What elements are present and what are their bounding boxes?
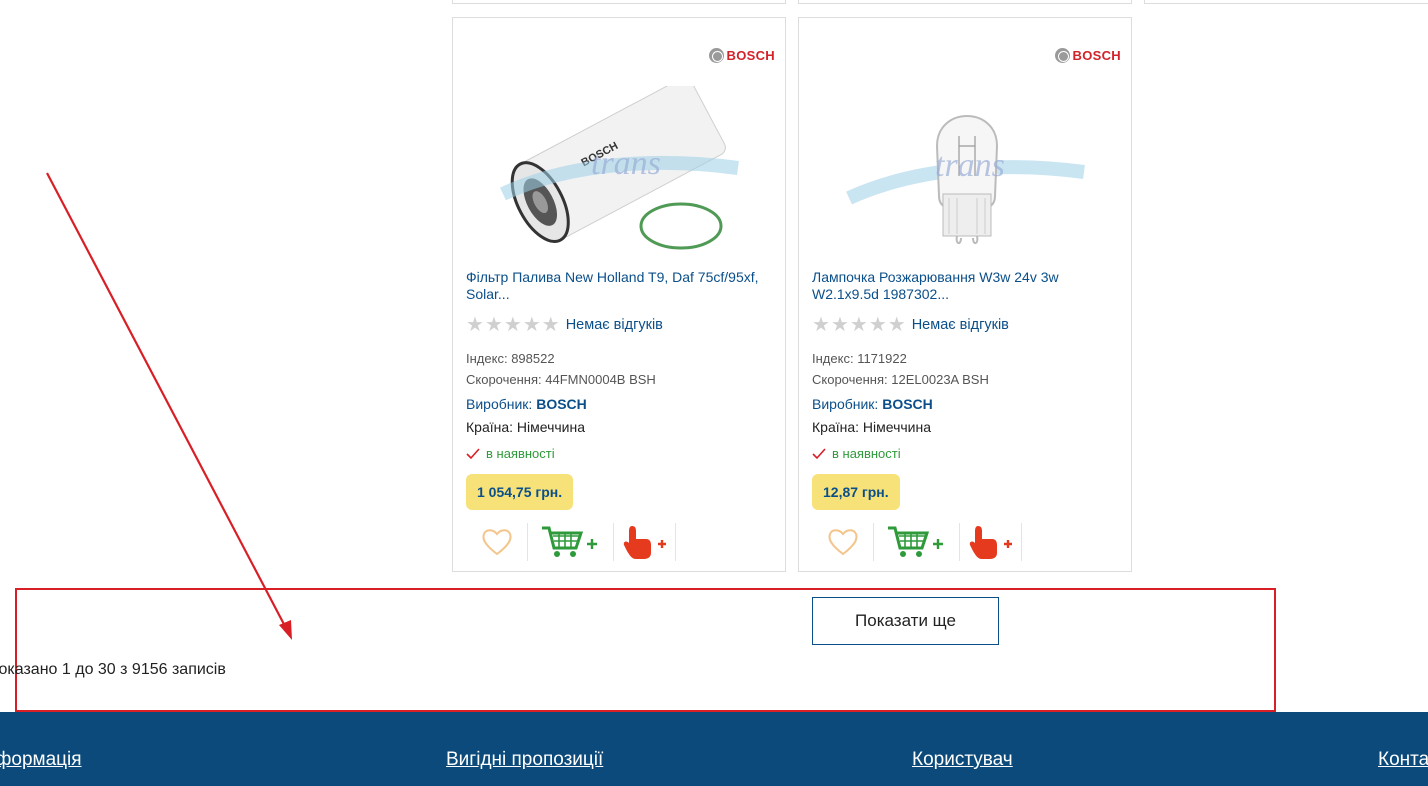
add-to-favorites-button[interactable] bbox=[812, 523, 874, 561]
product-country: Країна: Німеччина bbox=[466, 419, 586, 435]
svg-text:trans: trans bbox=[935, 147, 1005, 184]
bosch-emblem-icon bbox=[1054, 48, 1070, 63]
product-actions bbox=[466, 523, 676, 561]
footer-link-user[interactable]: Користувач bbox=[912, 749, 1013, 771]
add-to-cart-button[interactable] bbox=[528, 523, 614, 561]
star-icon: ★ bbox=[466, 314, 484, 336]
product-card[interactable]: BOSCH trans Лампочка Розжарювання W3w 24… bbox=[798, 17, 1132, 572]
star-icon: ★ bbox=[849, 314, 868, 336]
price-badge: 12,87 грн. bbox=[812, 474, 900, 510]
svg-text:trans: trans bbox=[591, 145, 661, 182]
hand-pointer-plus-icon bbox=[969, 526, 1012, 559]
stock-status: в наявності bbox=[466, 446, 555, 461]
price-badge: 1 054,75 грн. bbox=[466, 474, 574, 510]
bulb-image[interactable]: trans bbox=[839, 86, 1095, 252]
heart-icon bbox=[827, 529, 858, 556]
bosch-emblem-icon bbox=[708, 48, 724, 63]
product-abbreviation: Скорочення: 12EL0023A BSH bbox=[812, 372, 989, 387]
footer-link-offers[interactable]: Вигідні пропозиції bbox=[446, 749, 603, 771]
product-manufacturer: Виробник: BOSCH bbox=[812, 396, 933, 412]
product-country: Країна: Німеччина bbox=[812, 419, 932, 435]
brand-name: BOSCH bbox=[1072, 48, 1121, 63]
star-icon: ★ bbox=[522, 314, 541, 336]
stock-status: в наявності bbox=[812, 446, 901, 461]
cart-plus-icon bbox=[541, 526, 597, 557]
product-index: Індекс: 1171922 bbox=[812, 351, 907, 366]
star-icon: ★ bbox=[503, 314, 522, 336]
cart-plus-icon bbox=[887, 526, 943, 557]
quick-order-button[interactable] bbox=[960, 523, 1022, 561]
manufacturer-link[interactable]: BOSCH bbox=[882, 396, 933, 412]
reviews-link[interactable]: Немає відгуків bbox=[912, 317, 1009, 333]
reviews-link[interactable]: Немає відгуків bbox=[566, 317, 663, 333]
star-icon: ★ bbox=[887, 314, 906, 336]
checkmark-icon bbox=[812, 447, 826, 459]
records-count: Показано 1 до 30 з 9156 записів bbox=[0, 661, 226, 678]
brand-logo: BOSCH bbox=[708, 48, 775, 63]
brand-logo: BOSCH bbox=[1054, 48, 1121, 63]
checkmark-icon bbox=[466, 447, 480, 459]
product-title-link[interactable]: Фільтр Палива New Holland T9, Daf 75cf/9… bbox=[466, 269, 766, 303]
product-manufacturer: Виробник: BOSCH bbox=[466, 396, 587, 412]
add-to-cart-button[interactable] bbox=[874, 523, 960, 561]
star-icon: ★ bbox=[541, 314, 560, 336]
manufacturer-link[interactable]: BOSCH bbox=[536, 396, 587, 412]
heart-icon bbox=[481, 529, 512, 556]
annotation-highlight-box bbox=[15, 588, 1276, 712]
hand-pointer-plus-icon bbox=[623, 526, 666, 559]
star-icon: ★ bbox=[868, 314, 887, 336]
add-to-favorites-button[interactable] bbox=[466, 523, 528, 561]
product-card[interactable]: BOSCH BOSCH trans Фільтр Палива New Holl… bbox=[452, 17, 786, 572]
star-icon: ★ bbox=[830, 314, 849, 336]
product-actions bbox=[812, 523, 1022, 561]
brand-name: BOSCH bbox=[726, 48, 775, 63]
previous-row-card-bottom bbox=[1144, 0, 1428, 4]
rating-stars[interactable]: ★ ★ ★ ★ ★ bbox=[466, 315, 560, 335]
footer: Інформація Вигідні пропозиції Користувач… bbox=[0, 712, 1428, 786]
previous-row-card-bottom bbox=[452, 0, 786, 4]
rating: ★ ★ ★ ★ ★ Немає відгуків bbox=[812, 315, 1009, 335]
star-icon: ★ bbox=[484, 314, 503, 336]
quick-order-button[interactable] bbox=[614, 523, 676, 561]
product-abbreviation: Скорочення: 44FMN0004B BSH bbox=[466, 372, 656, 387]
star-icon: ★ bbox=[812, 314, 830, 336]
footer-link-info[interactable]: Інформація bbox=[0, 749, 82, 771]
fuel-filter-image[interactable]: BOSCH trans bbox=[493, 86, 749, 252]
rating: ★ ★ ★ ★ ★ Немає відгуків bbox=[466, 315, 663, 335]
previous-row-card-bottom bbox=[798, 0, 1132, 4]
product-index: Індекс: 898522 bbox=[466, 351, 555, 366]
rating-stars[interactable]: ★ ★ ★ ★ ★ bbox=[812, 315, 906, 335]
footer-link-contacts[interactable]: Контакти bbox=[1378, 749, 1428, 771]
product-title-link[interactable]: Лампочка Розжарювання W3w 24v 3w W2.1x9.… bbox=[812, 269, 1112, 303]
show-more-button[interactable]: Показати ще bbox=[812, 597, 999, 645]
